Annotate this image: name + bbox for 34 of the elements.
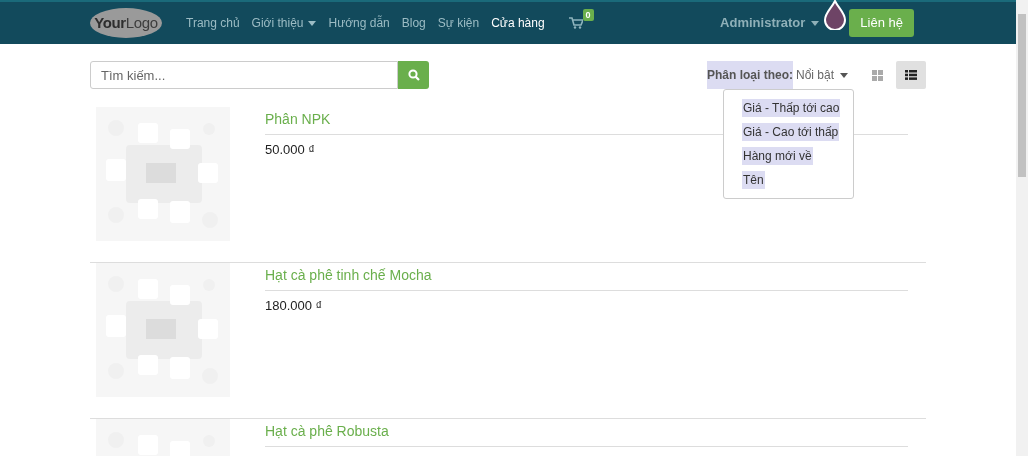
user-menu[interactable]: Administrator xyxy=(720,13,820,33)
product-name-link[interactable]: Hạt cà phê Robusta xyxy=(265,421,389,442)
logo[interactable]: YourLogo xyxy=(90,8,162,38)
product-name-link[interactable]: Phân NPK xyxy=(265,109,331,130)
search-icon xyxy=(407,69,420,81)
scrollbar[interactable] xyxy=(1016,0,1028,456)
nav-link[interactable]: Blog xyxy=(401,14,426,32)
drop-icon xyxy=(823,0,848,30)
nav-link[interactable]: Hướng dẫn xyxy=(328,14,390,32)
sort-option[interactable]: Tên xyxy=(742,171,765,189)
sort-option[interactable]: Giá - Cao tới thấp xyxy=(742,123,840,141)
product-price: 50.000 ₫ xyxy=(265,141,316,159)
sort-option[interactable]: Giá - Thấp tới cao xyxy=(742,99,841,117)
nav-link[interactable]: Sự kiện xyxy=(437,14,480,32)
nav-link[interactable]: Cửa hàng xyxy=(491,14,545,32)
caret-icon xyxy=(840,72,848,78)
cart-icon[interactable] xyxy=(568,17,583,29)
nav-link[interactable]: Giới thiệu xyxy=(251,14,317,32)
list-icon xyxy=(905,70,917,80)
sort-dropdown[interactable]: Nổi bật xyxy=(795,66,848,84)
nav-link[interactable]: Trang chủ xyxy=(186,14,240,32)
list-view-button[interactable] xyxy=(896,61,926,89)
sort-label: Phân loại theo: xyxy=(706,61,793,89)
cart-count-badge: 0 xyxy=(582,9,594,21)
contact-button[interactable]: Liên hệ xyxy=(849,9,914,37)
product-price: 180.000 ₫ xyxy=(265,297,323,315)
search-field[interactable]: Tìm kiếm... xyxy=(90,61,398,89)
sort-option[interactable]: Hàng mới về xyxy=(742,147,813,165)
grid-icon xyxy=(871,69,883,81)
caret-icon xyxy=(811,20,820,26)
product-name-link[interactable]: Hạt cà phê tinh chế Mocha xyxy=(265,265,432,286)
scrollbar-thumb[interactable] xyxy=(1018,14,1026,177)
search-button[interactable] xyxy=(398,61,429,89)
caret-icon xyxy=(308,20,317,26)
